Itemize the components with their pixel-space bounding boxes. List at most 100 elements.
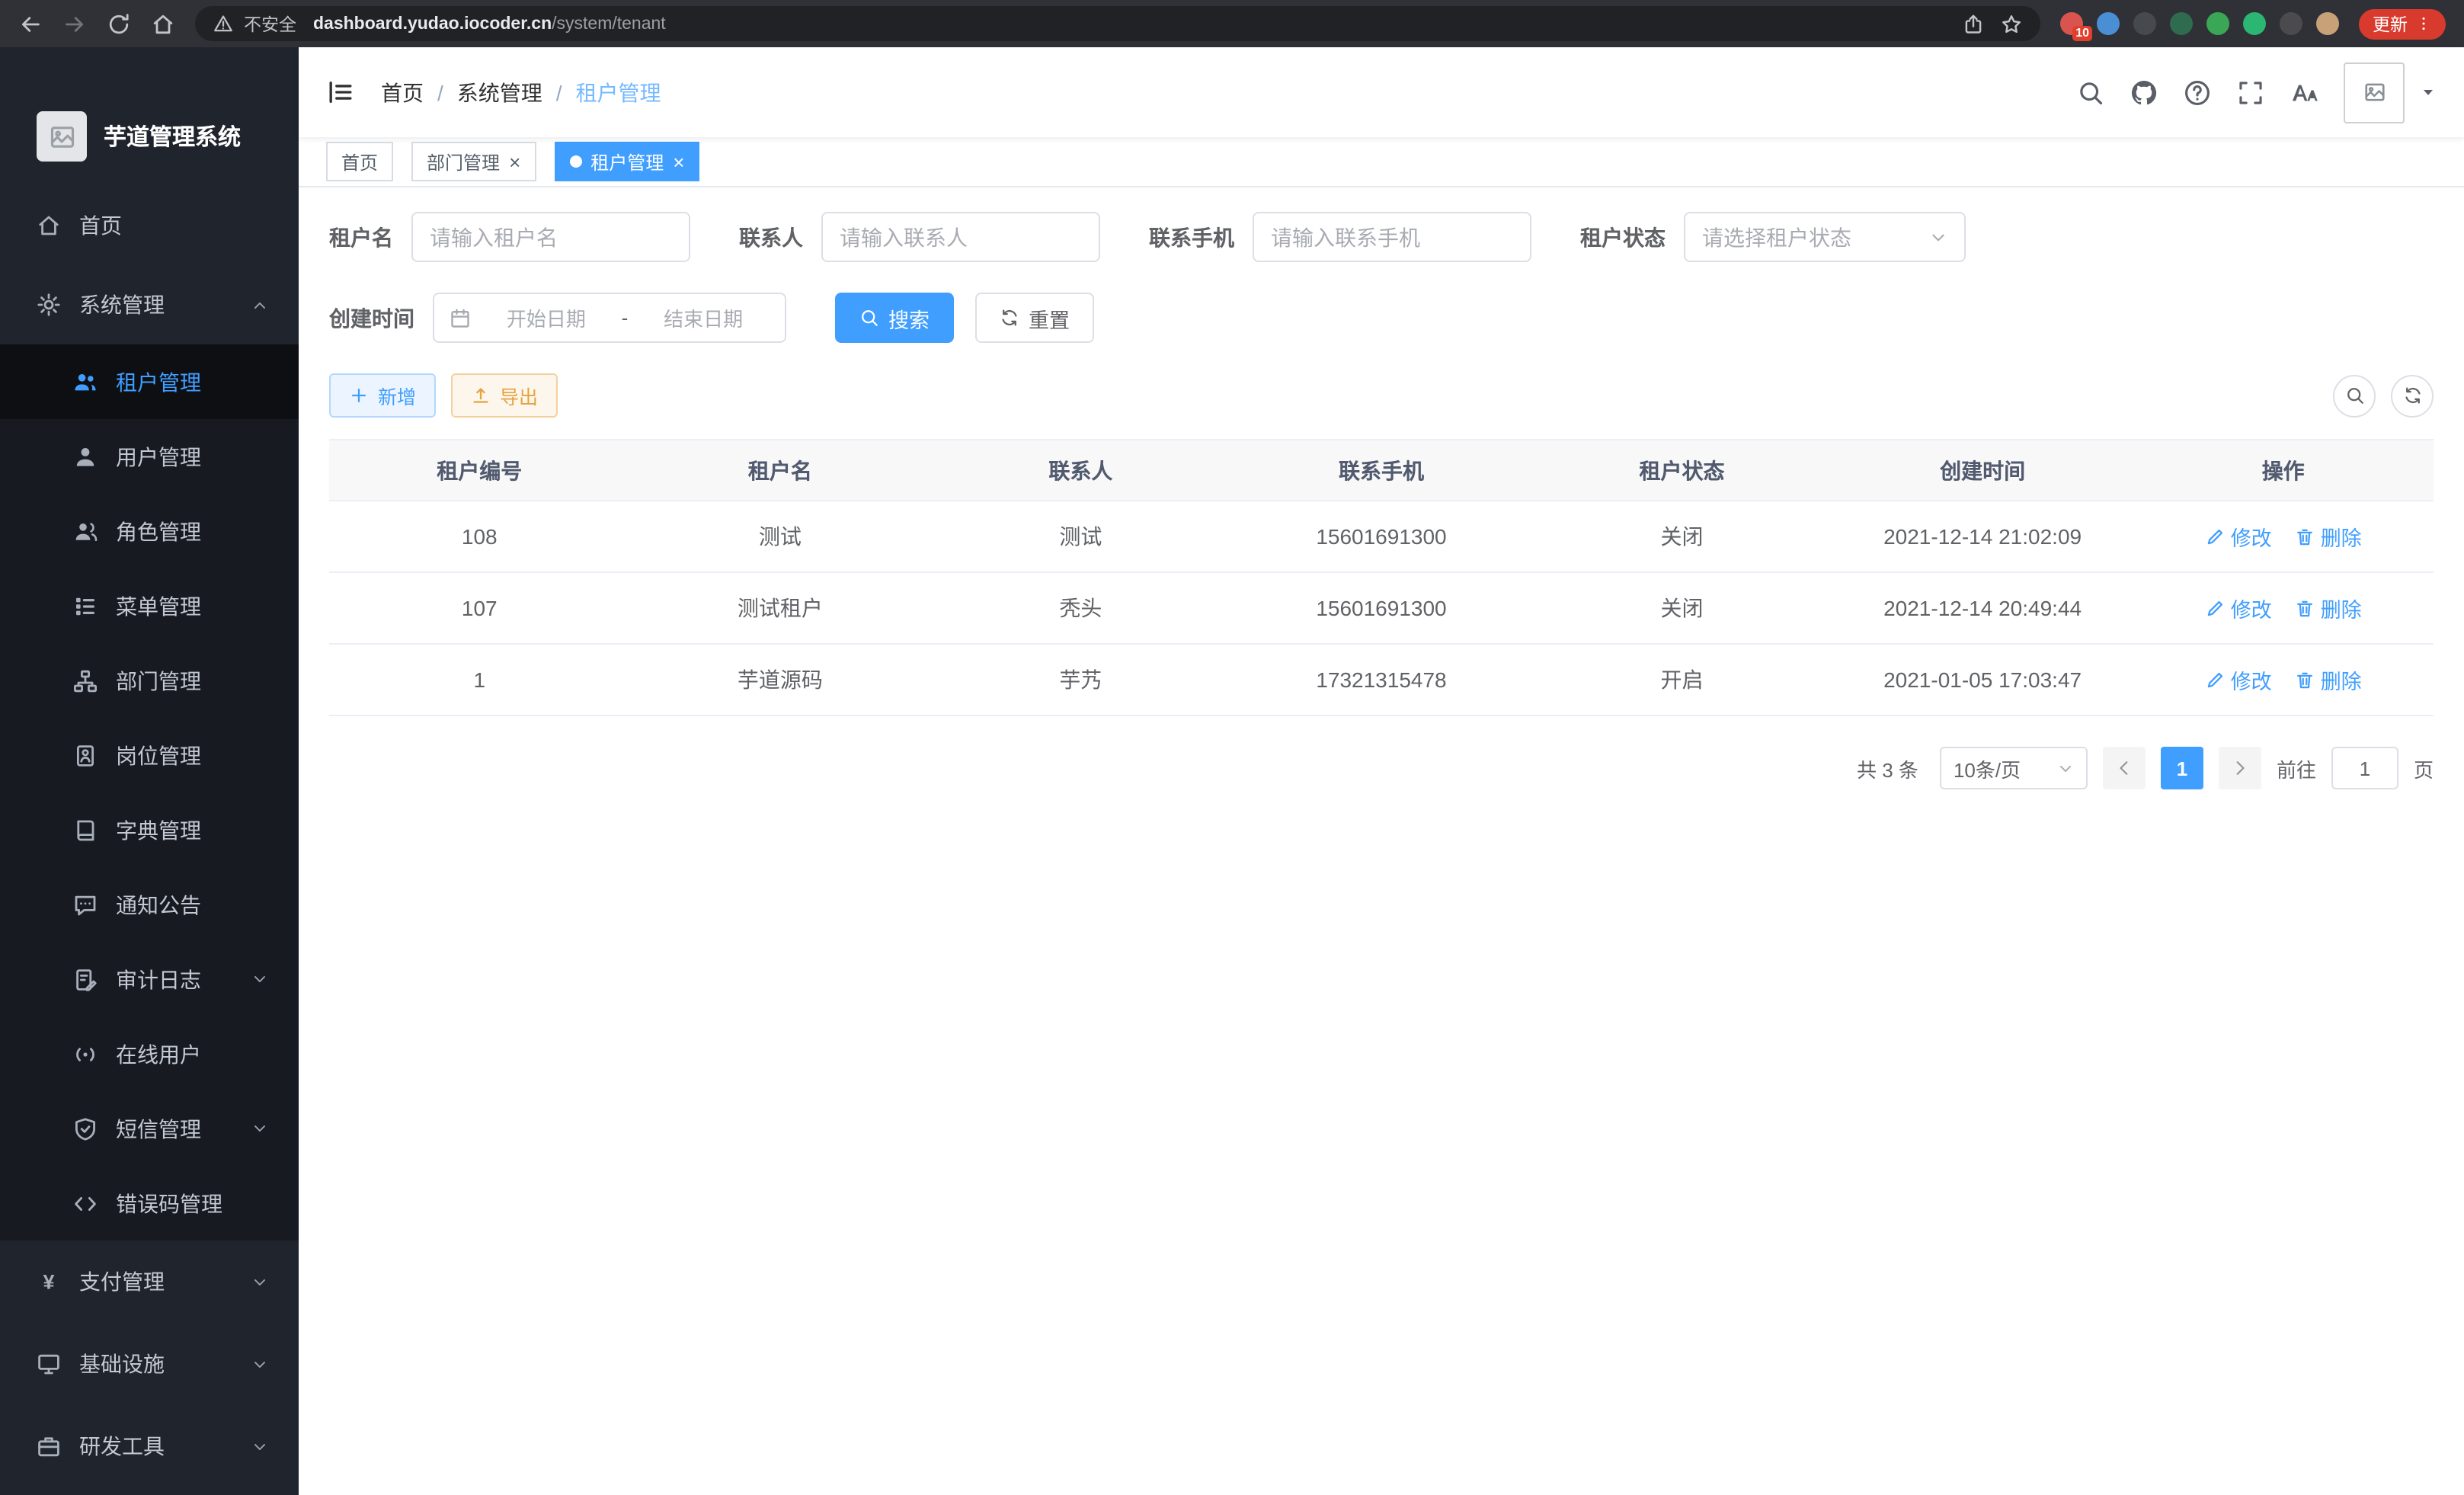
app-title: 芋道管理系统	[104, 120, 241, 152]
search-icon[interactable]	[2077, 78, 2104, 106]
calendar-icon	[450, 307, 471, 328]
chevron-right-icon	[2231, 759, 2249, 777]
cell-tenant-name: 测试租户	[630, 572, 931, 644]
sidebar-item-menu[interactable]: 菜单管理	[0, 568, 299, 643]
prev-page-button[interactable]	[2103, 747, 2146, 789]
extension-icon[interactable]	[2316, 12, 2339, 35]
tab-home[interactable]: 首页	[326, 142, 393, 181]
sidebar-item-pay[interactable]: ¥支付管理	[0, 1240, 299, 1323]
breadcrumb-home[interactable]: 首页	[381, 77, 424, 107]
start-date-input[interactable]: 开始日期	[480, 303, 613, 332]
dict-icon	[73, 818, 98, 842]
help-icon[interactable]	[2184, 78, 2211, 106]
sidebar-item-devtools[interactable]: 研发工具	[0, 1405, 299, 1487]
extension-icon[interactable]	[2170, 12, 2193, 35]
cell-actions: 修改删除	[2133, 572, 2434, 644]
tab-tenant[interactable]: 租户管理×	[554, 142, 699, 181]
reload-icon[interactable]	[107, 11, 131, 36]
cell-tenant-id: 1	[329, 644, 630, 715]
tab-label: 部门管理	[427, 149, 500, 174]
delete-icon	[2295, 670, 2315, 690]
home-icon[interactable]	[151, 11, 175, 36]
toggle-search-button[interactable]	[2333, 374, 2376, 417]
end-date-input[interactable]: 结束日期	[637, 303, 770, 332]
warning-icon[interactable]	[213, 14, 233, 34]
cell-contact: 测试	[930, 501, 1231, 572]
search-button[interactable]: 搜索	[835, 293, 954, 343]
logo-image	[37, 111, 87, 162]
sidebar-item-system[interactable]: 系统管理	[0, 265, 299, 344]
extension-icon[interactable]	[2206, 12, 2229, 35]
sidebar-item-notice[interactable]: 通知公告	[0, 867, 299, 942]
url-text[interactable]: dashboard.yudao.iocoder.cn/system/tenant	[313, 14, 666, 33]
contact-input[interactable]	[821, 212, 1100, 262]
dept-icon	[73, 668, 98, 693]
export-button[interactable]: 导出	[451, 373, 558, 418]
update-button[interactable]: 更新	[2359, 8, 2446, 39]
page-size-select[interactable]: 10条/页	[1940, 747, 2088, 789]
fullscreen-icon[interactable]	[2237, 78, 2264, 106]
share-icon[interactable]	[1963, 13, 1984, 34]
sidebar-item-audit-log[interactable]: 审计日志	[0, 942, 299, 1016]
bookmark-star-icon[interactable]	[2001, 13, 2022, 34]
tenant-name-input[interactable]	[411, 212, 690, 262]
sidebar-item-dict[interactable]: 字典管理	[0, 792, 299, 867]
delete-link[interactable]: 删除	[2295, 664, 2362, 695]
extension-icon[interactable]	[2243, 12, 2266, 35]
extension-icon[interactable]	[2133, 12, 2156, 35]
close-tab-icon[interactable]: ×	[673, 152, 684, 171]
sidebar-item-home[interactable]: 首页	[0, 186, 299, 265]
edit-link[interactable]: 修改	[2205, 593, 2272, 623]
sidebar-item-post[interactable]: 岗位管理	[0, 718, 299, 792]
extension-icon[interactable]: 10	[2060, 12, 2083, 35]
avatar[interactable]	[2344, 62, 2405, 123]
extension-icon[interactable]	[2097, 12, 2120, 35]
search-icon	[859, 308, 879, 328]
font-size-icon[interactable]	[2290, 78, 2318, 106]
sidebar-item-tenant[interactable]: 租户管理	[0, 344, 299, 419]
app-logo[interactable]: 芋道管理系统	[0, 47, 299, 186]
sidebar-item-dept[interactable]: 部门管理	[0, 643, 299, 718]
refresh-table-button[interactable]	[2391, 374, 2434, 417]
next-page-button[interactable]	[2219, 747, 2261, 789]
sidebar-item-role[interactable]: 角色管理	[0, 494, 299, 568]
sidebar-item-infra[interactable]: 基础设施	[0, 1323, 299, 1405]
address-bar[interactable]: 不安全 dashboard.yudao.iocoder.cn/system/te…	[195, 6, 2040, 41]
collapse-sidebar-icon[interactable]	[326, 78, 355, 107]
column-header: 联系人	[930, 440, 1231, 501]
sidebar-item-sms[interactable]: 短信管理	[0, 1091, 299, 1166]
close-tab-icon[interactable]: ×	[509, 152, 520, 171]
back-icon[interactable]	[18, 11, 43, 36]
sidebar-item-label: 菜单管理	[116, 591, 201, 621]
reset-button[interactable]: 重置	[975, 293, 1094, 343]
create-time-range-picker[interactable]: 开始日期 - 结束日期	[433, 293, 786, 343]
tenant-status-select[interactable]: 请选择租户状态	[1684, 212, 1966, 262]
edit-icon	[2205, 670, 2225, 690]
security-label[interactable]: 不安全	[244, 11, 296, 36]
add-button[interactable]: 新增	[329, 373, 436, 418]
pagination: 共 3 条 10条/页 1 前往 页	[329, 747, 2434, 789]
tab-dept[interactable]: 部门管理 ×	[411, 142, 536, 181]
cell-tenant-id: 108	[329, 501, 630, 572]
github-icon[interactable]	[2130, 78, 2158, 106]
more-menu-icon[interactable]	[2415, 15, 2432, 32]
sidebar-item-error-code[interactable]: 错误码管理	[0, 1166, 299, 1240]
status-label: 租户状态	[1580, 222, 1666, 252]
breadcrumb-system[interactable]: 系统管理	[457, 77, 542, 107]
phone-input[interactable]	[1253, 212, 1531, 262]
delete-link[interactable]: 删除	[2295, 521, 2362, 552]
forward-icon[interactable]	[62, 11, 87, 36]
sidebar-item-online-user[interactable]: 在线用户	[0, 1016, 299, 1091]
chevron-down-icon	[1929, 228, 1947, 246]
cell-create-time: 2021-12-14 20:49:44	[1832, 572, 2133, 644]
edit-link[interactable]: 修改	[2205, 664, 2272, 695]
edit-link[interactable]: 修改	[2205, 521, 2272, 552]
caret-down-icon[interactable]	[2420, 84, 2437, 101]
export-icon	[471, 386, 491, 405]
page-1-button[interactable]: 1	[2161, 747, 2203, 789]
goto-page-input[interactable]	[2331, 747, 2398, 789]
phone-label: 联系手机	[1149, 222, 1234, 252]
delete-link[interactable]: 删除	[2295, 593, 2362, 623]
sidebar-item-user[interactable]: 用户管理	[0, 419, 299, 494]
extension-icon[interactable]	[2280, 12, 2302, 35]
